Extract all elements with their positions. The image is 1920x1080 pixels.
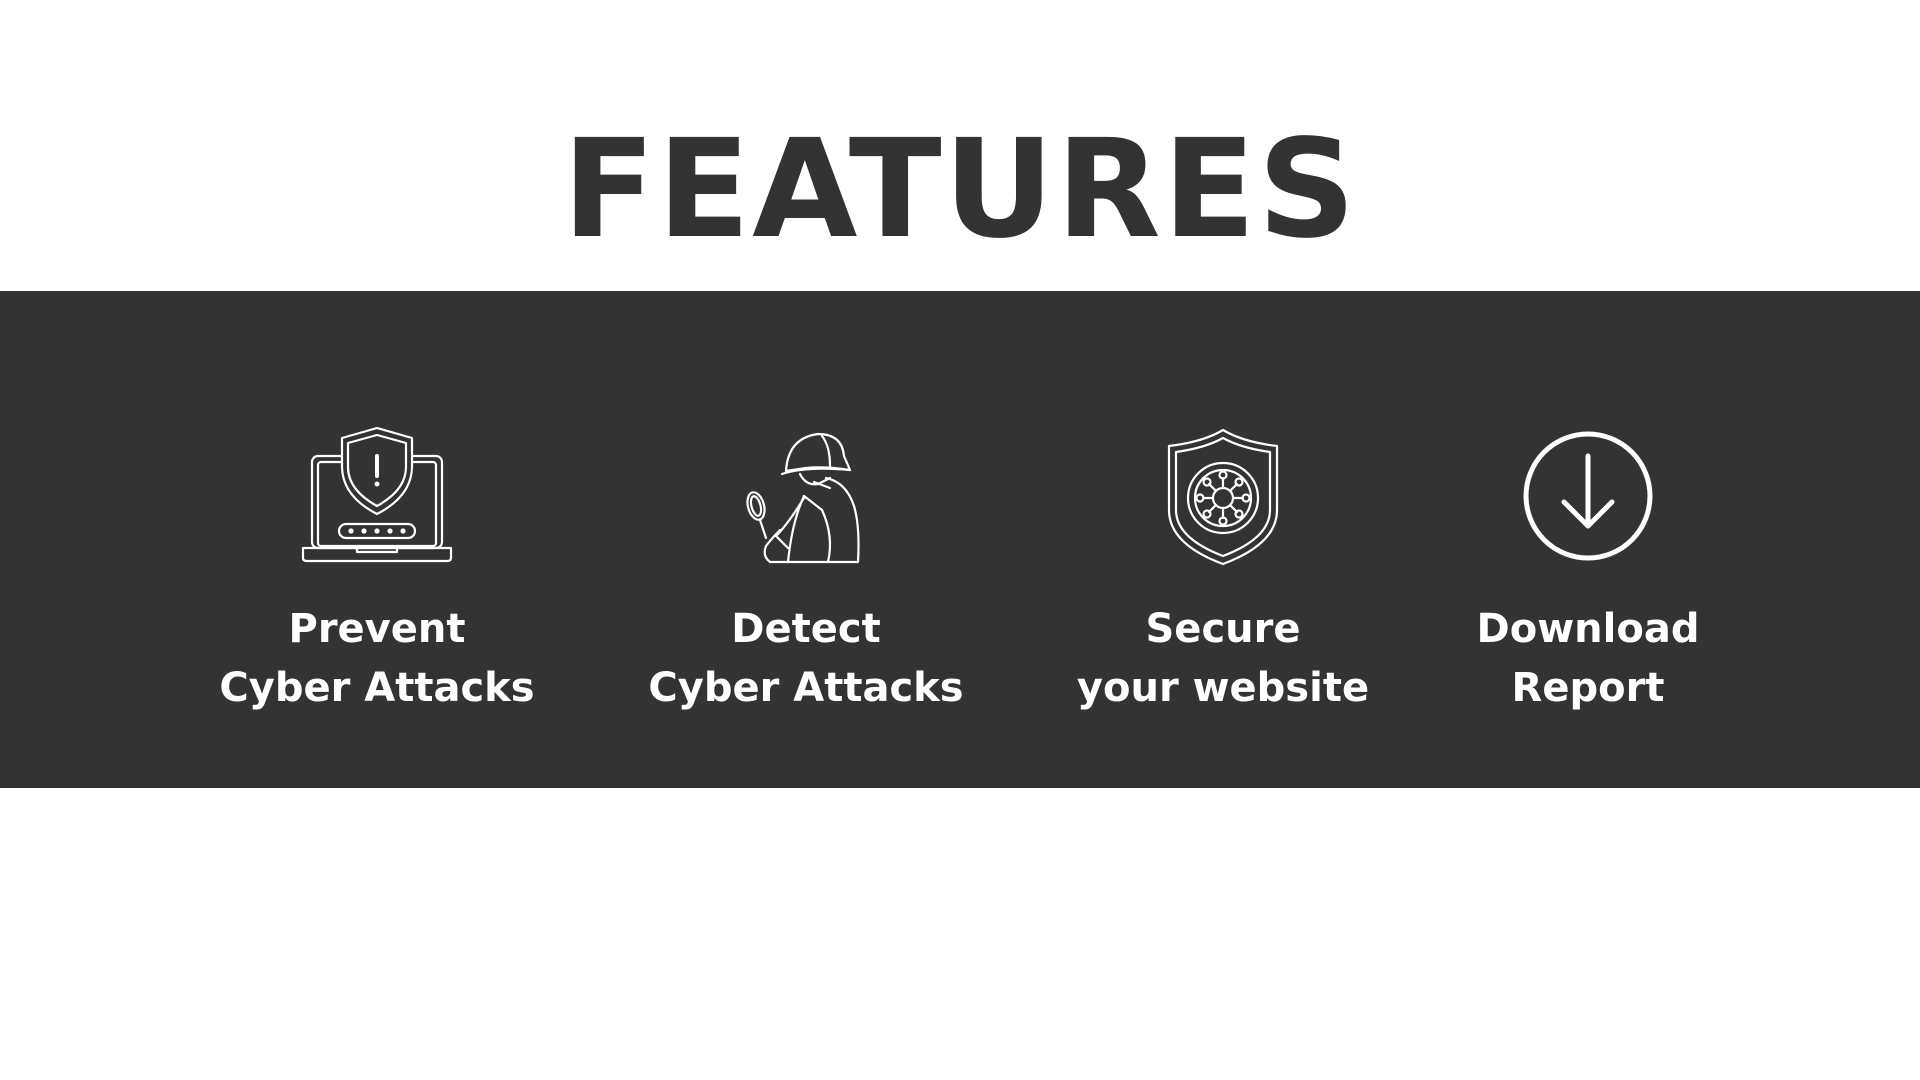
laptop-shield-icon	[301, 426, 453, 563]
feature-label-line2: Cyber Attacks	[648, 665, 964, 711]
feature-label-line2: Report	[1511, 665, 1665, 711]
feature-label-line1: Prevent	[288, 606, 466, 652]
features-band: Prevent Cyber Attacks Detect Cyber Attac…	[0, 291, 1920, 788]
download-circle-icon	[1523, 431, 1653, 561]
feature-label: Secure your website	[1013, 600, 1433, 718]
detective-magnifier-icon	[746, 432, 860, 564]
feature-label-line1: Download	[1476, 606, 1700, 652]
feature-label-line1: Detect	[731, 606, 881, 652]
feature-label-line2: your website	[1076, 665, 1370, 711]
page-title: FEATURES	[562, 111, 1358, 269]
feature-label: Download Report	[1378, 600, 1798, 718]
feature-label-line2: Cyber Attacks	[219, 665, 535, 711]
feature-label: Prevent Cyber Attacks	[167, 600, 587, 718]
feature-label: Detect Cyber Attacks	[596, 600, 1016, 718]
feature-download-report[interactable]: Download Report	[1378, 426, 1798, 718]
feature-prevent-cyber-attacks[interactable]: Prevent Cyber Attacks	[167, 426, 587, 718]
feature-label-line1: Secure	[1145, 606, 1301, 652]
features-page: FEATURES Prevent Cyber Attacks Detect Cy…	[0, 0, 1920, 1080]
feature-secure-your-website[interactable]: Secure your website	[1013, 426, 1433, 718]
shield-virus-icon	[1167, 428, 1279, 566]
feature-detect-cyber-attacks[interactable]: Detect Cyber Attacks	[596, 426, 1016, 718]
